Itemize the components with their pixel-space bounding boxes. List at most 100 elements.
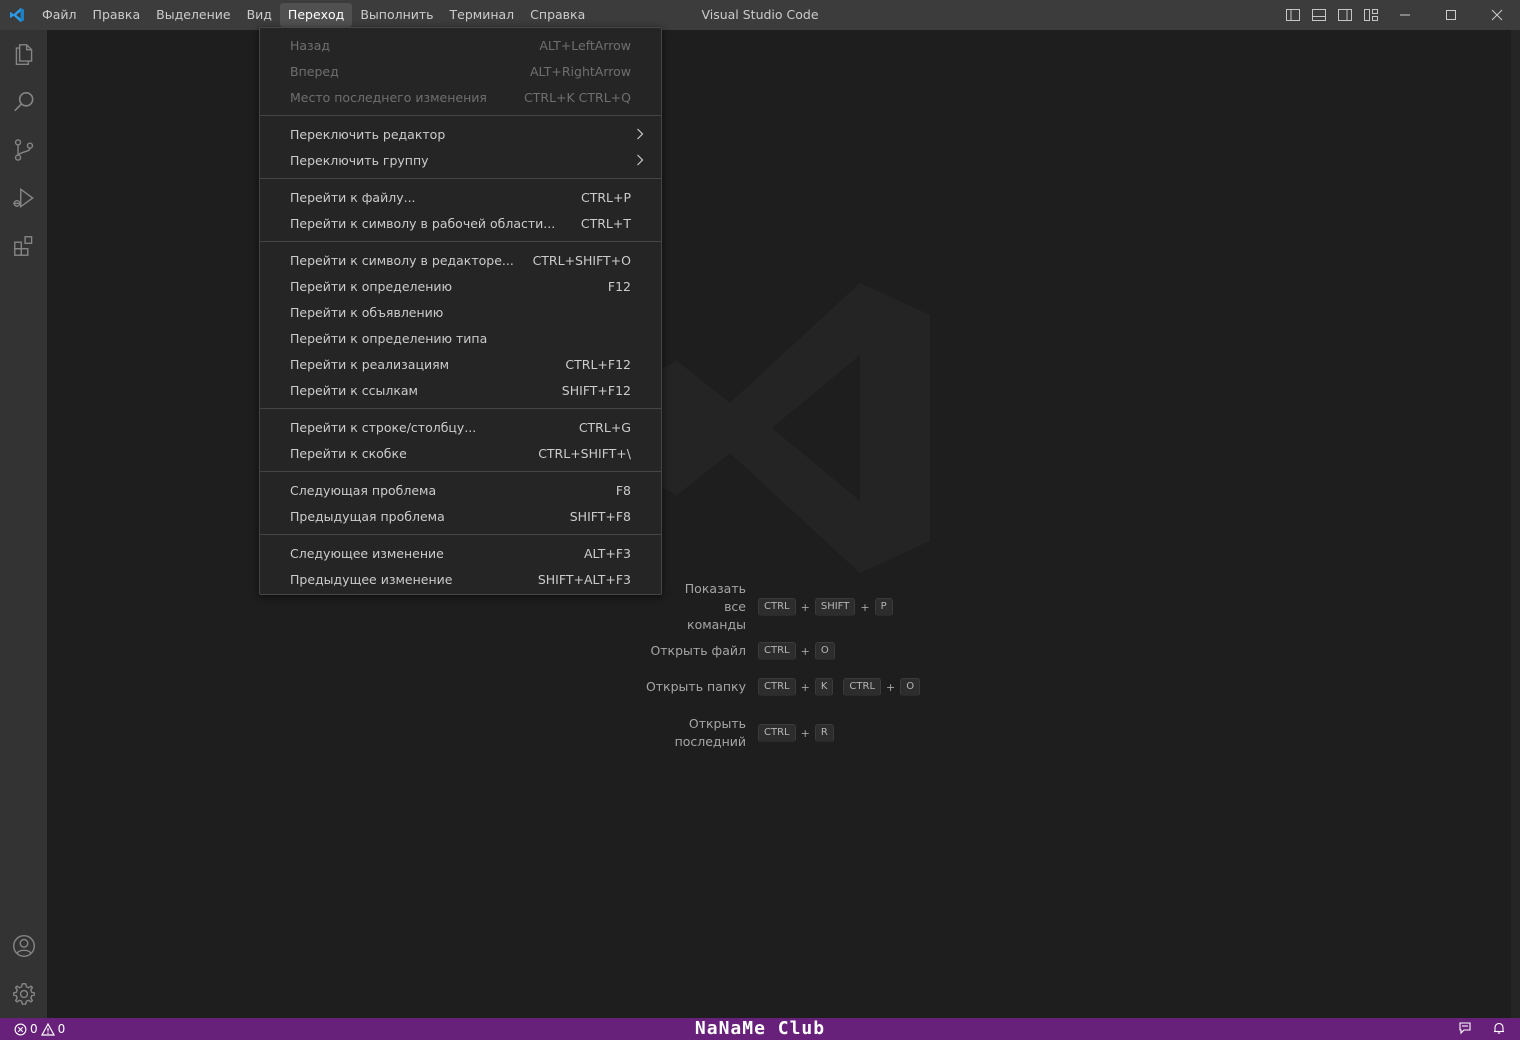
menu-item-shortcut: ALT+LeftArrow [539, 37, 631, 53]
menu-item-label: Перейти к скобке [290, 445, 407, 461]
menu-item-shortcut: CTRL+P [580, 189, 631, 205]
menu-separator [260, 241, 661, 242]
notifications-bell-icon[interactable] [1492, 1020, 1506, 1039]
error-count: 0 [30, 1022, 38, 1036]
plus-sign: + [800, 600, 810, 614]
explorer-icon[interactable] [0, 30, 47, 78]
warning-icon [40, 1022, 55, 1036]
menu-6[interactable]: Терминал [442, 3, 523, 27]
goto-menu-item: Место последнего изменения CTRL+K CTRL+Q [260, 84, 661, 110]
menu-item-label: Перейти к объявлению [290, 304, 444, 320]
goto-menu-item: Назад ALT+LeftArrow [260, 32, 661, 58]
title-bar: Файл Правка Выделение Вид Переход Выполнить Те… [0, 0, 1520, 30]
goto-menu-item[interactable]: Перейти к файлу... CTRL+P [260, 184, 661, 210]
minimize-icon[interactable] [1382, 0, 1428, 30]
goto-menu-item[interactable]: Перейти к определению F12 [260, 273, 661, 299]
maximize-icon[interactable] [1428, 0, 1474, 30]
menu-separator [260, 408, 661, 409]
menu-separator [260, 534, 661, 535]
plus-sign: + [886, 680, 896, 694]
menu-4[interactable]: Переход [279, 3, 353, 27]
chevron-right-icon [637, 128, 644, 140]
toggle-primary-sidebar-icon[interactable] [1284, 6, 1302, 24]
problems-indicator[interactable]: 0 0 [0, 1022, 65, 1036]
goto-menu-item[interactable]: Перейти к символу в редакторе... CTRL+SHI… [260, 247, 661, 273]
goto-menu-item[interactable]: Следующая проблема F8 [260, 477, 661, 503]
menu-item-shortcut: ALT+F3 [583, 545, 631, 561]
menu-item-label: Перейти к реализациям [290, 356, 450, 372]
goto-menu-item[interactable]: Перейти к определению типа [260, 325, 661, 351]
goto-menu-item[interactable]: Перейти к строке/столбцу... CTRL+G [260, 414, 661, 440]
feedback-icon[interactable] [1458, 1020, 1472, 1039]
goto-menu-item[interactable]: Перейти к реализациям CTRL+F12 [260, 351, 661, 377]
menu-1[interactable]: Правка [85, 3, 149, 27]
menu-item-shortcut: CTRL+T [580, 215, 631, 231]
shortcut-keys: CTRL + K CTRL + O [758, 678, 921, 696]
customize-layout-icon[interactable] [1362, 6, 1380, 24]
shortcut-keys: CTRL + SHIFT + P [758, 598, 893, 616]
key-cap: SHIFT [814, 598, 856, 616]
goto-menu-item[interactable]: Переключить группу [260, 147, 661, 173]
menu-item-label: Вперед [290, 63, 339, 79]
goto-menu-item[interactable]: Переключить редактор [260, 121, 661, 147]
goto-menu-item[interactable]: Следующее изменение ALT+F3 [260, 540, 661, 566]
key-cap: R [814, 724, 834, 742]
menu-item-label: Переключить группу [290, 152, 429, 168]
account-icon[interactable] [0, 922, 47, 970]
settings-gear-icon[interactable] [0, 970, 47, 1018]
goto-menu-item[interactable]: Предыдущая проблема SHIFT+F8 [260, 503, 661, 529]
menu-item-label: Предыдущая проблема [290, 508, 445, 524]
menu-item-label: Перейти к определению [290, 278, 453, 294]
extensions-icon[interactable] [0, 222, 47, 270]
menu-5[interactable]: Выполнить [352, 3, 441, 27]
status-bar: 0 0 NaNaMe Club [0, 1018, 1520, 1040]
key-cap: CTRL [758, 678, 796, 696]
menu-item-shortcut: ALT+RightArrow [529, 63, 631, 79]
vscode-logo-icon [0, 0, 34, 30]
menu-item-shortcut: SHIFT+F8 [569, 508, 631, 524]
goto-menu-dropdown: Назад ALT+LeftArrow Вперед ALT+RightArrow Ме… [259, 27, 662, 595]
welcome-shortcut-row: Открыть папку CTRL + K CTRL + O [600, 675, 1020, 699]
shortcut-label: Открыть файл [650, 643, 746, 658]
run-debug-icon[interactable] [0, 174, 47, 222]
goto-menu-item: Вперед ALT+RightArrow [260, 58, 661, 84]
shortcut-keys: CTRL + O [758, 642, 835, 660]
key-cap: P [874, 598, 893, 616]
menu-7[interactable]: Справка [522, 3, 593, 27]
menu-2[interactable]: Выделение [148, 3, 238, 27]
source-control-icon[interactable] [0, 126, 47, 174]
shortcut-label: Открыть последний [674, 716, 746, 749]
toggle-panel-icon[interactable] [1310, 6, 1328, 24]
toggle-secondary-sidebar-icon[interactable] [1336, 6, 1354, 24]
menu-item-shortcut: SHIFT+F12 [561, 382, 631, 398]
close-icon[interactable] [1474, 0, 1520, 30]
menu-item-shortcut: CTRL+F12 [565, 356, 631, 372]
goto-menu-item[interactable]: Перейти к объявлению [260, 299, 661, 325]
menu-separator [260, 115, 661, 116]
menu-0[interactable]: Файл [34, 3, 85, 27]
menu-item-label: Перейти к строке/столбцу... [290, 419, 477, 435]
vscode-watermark-icon [655, 283, 930, 573]
chevron-right-icon [637, 154, 644, 166]
search-icon[interactable] [0, 78, 47, 126]
menu-3[interactable]: Вид [239, 3, 280, 27]
menu-item-label: Следующее изменение [290, 545, 444, 561]
plus-sign: + [860, 600, 870, 614]
goto-menu-item[interactable]: Перейти к скобке CTRL+SHIFT+\ [260, 440, 661, 466]
menu-item-label: Предыдущее изменение [290, 571, 453, 587]
key-cap: CTRL [758, 598, 796, 616]
key-cap: O [900, 678, 921, 696]
menu-item-shortcut: CTRL+K CTRL+Q [524, 89, 631, 105]
welcome-shortcut-row: Открыть файл CTRL + O [600, 639, 1020, 663]
menu-item-label: Перейти к файлу... [290, 189, 416, 205]
plus-sign: + [800, 680, 810, 694]
key-cap: CTRL [758, 724, 796, 742]
goto-menu-item[interactable]: Предыдущее изменение SHIFT+ALT+F3 [260, 566, 661, 592]
goto-menu-item[interactable]: Перейти к символу в рабочей области... CT… [260, 210, 661, 236]
brand-watermark: NaNaMe Club [694, 1018, 826, 1039]
plus-sign: + [800, 644, 810, 658]
menu-item-label: Перейти к определению типа [290, 330, 488, 346]
goto-menu-item[interactable]: Перейти к ссылкам SHIFT+F12 [260, 377, 661, 403]
menu-item-label: Место последнего изменения [290, 89, 487, 105]
key-cap: CTRL [843, 678, 882, 696]
